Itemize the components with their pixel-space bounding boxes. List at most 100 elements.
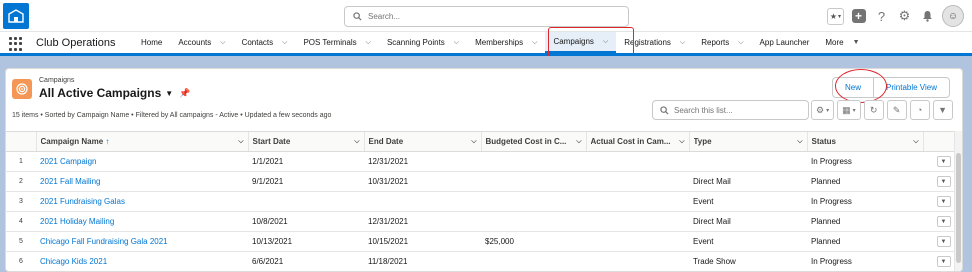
table-header-row: Campaign Name ↑ ⌵ Start Date ⌵ End Date ⌵ B… — [6, 131, 962, 152]
row-action-menu-button[interactable]: ▼ — [936, 216, 951, 228]
chevron-down-icon[interactable]: ⌵ — [738, 39, 743, 47]
header-utility-icons: ★ ▾ + ? ⚙ ☺ — [826, 5, 964, 27]
list-settings-button[interactable]: ⚙ ▾ — [811, 100, 835, 120]
column-header-budgeted-cost[interactable]: Budgeted Cost in C... ⌵ — [480, 131, 586, 152]
type-cell — [689, 151, 807, 172]
nav-tab-accounts[interactable]: Accounts ⌵ — [170, 32, 233, 53]
chevron-down-icon[interactable]: ⌵ — [354, 138, 359, 146]
favorites-button[interactable]: ★ ▾ — [826, 7, 844, 25]
campaign-name-link[interactable]: 2021 Holiday Mailing — [36, 211, 248, 232]
list-view-selector[interactable]: All Active Campaigns ▼ — [39, 86, 173, 100]
column-header-campaign-name[interactable]: Campaign Name ↑ ⌵ — [35, 131, 248, 152]
chevron-down-icon[interactable]: ⌵ — [576, 138, 581, 146]
table-row: 2 2021 Fall Mailing 9/1/2021 10/31/2021 Dire… — [6, 171, 962, 192]
global-actions-button[interactable]: + — [850, 8, 867, 25]
caret-down-icon[interactable]: ▼ — [853, 39, 860, 46]
edit-button[interactable]: ✎ — [886, 100, 907, 120]
column-label: Budgeted Cost in C... — [485, 137, 567, 146]
help-icon[interactable]: ? — [873, 8, 890, 25]
nav-tab-home[interactable]: Home — [133, 32, 170, 53]
star-icon: ★ — [829, 11, 837, 21]
nav-tab-label: More — [825, 38, 844, 47]
table-row: 5 Chicago Fall Fundraising Gala 2021 10/13… — [6, 231, 962, 252]
column-header-start-date[interactable]: Start Date ⌵ — [247, 131, 364, 152]
nav-tab-scanning-points[interactable]: Scanning Points ⌵ — [379, 32, 467, 53]
campaign-name-link[interactable]: 2021 Campaign — [36, 151, 248, 172]
row-action-menu-button[interactable]: ▼ — [936, 236, 951, 248]
chevron-down-icon[interactable]: ⌵ — [471, 138, 476, 146]
type-cell: Trade Show — [689, 251, 807, 271]
column-header-type[interactable]: Type ⌵ — [688, 131, 807, 152]
nav-tab-registrations[interactable]: Registrations ⌵ — [616, 32, 693, 53]
table-body: 1 2021 Campaign 1/1/2021 12/31/2021 In Progr… — [6, 151, 962, 271]
campaign-name-link[interactable]: Chicago Kids 2021 — [36, 251, 248, 271]
list-view-card: Campaigns All Active Campaigns ▼ 📌 15 it… — [5, 68, 963, 272]
filter-button[interactable]: ▼ — [932, 100, 953, 120]
avatar[interactable]: ☺ — [942, 5, 964, 27]
search-icon — [660, 105, 669, 115]
chevron-down-icon[interactable]: ⌵ — [797, 138, 802, 146]
app-launcher-icon[interactable] — [9, 37, 23, 51]
start-date-cell — [248, 191, 364, 212]
list-toolbar: ⚙ ▾ ▦ ▾ ↻ ✎ ◔ ▼ — [811, 100, 953, 120]
display-as-button[interactable]: ▦ ▾ — [837, 100, 861, 120]
budgeted-cost-cell — [481, 191, 586, 212]
gear-icon[interactable]: ⚙ — [896, 8, 913, 25]
campaign-name-link[interactable]: 2021 Fall Mailing — [36, 171, 248, 192]
start-date-cell: 10/13/2021 — [248, 231, 364, 252]
column-label: Type — [693, 137, 712, 146]
org-logo[interactable] — [3, 3, 29, 29]
printable-view-button[interactable]: Printable View — [874, 77, 950, 98]
nav-tab-label: Contacts — [241, 38, 274, 47]
nav-tab-more[interactable]: More ▼ — [817, 32, 867, 53]
table-row: 4 2021 Holiday Mailing 10/8/2021 12/31/2021… — [6, 211, 962, 232]
chevron-down-icon[interactable]: ⌵ — [913, 138, 918, 146]
chevron-down-icon[interactable]: ⌵ — [679, 138, 684, 146]
nav-tab-campaigns[interactable]: Campaigns ⌵ — [545, 32, 617, 53]
nav-tab-memberships[interactable]: Memberships ⌵ — [467, 32, 545, 53]
column-label: End Date — [368, 137, 404, 146]
global-search-input[interactable]: Search... — [344, 6, 629, 27]
row-action-menu-button[interactable]: ▼ — [936, 196, 951, 208]
filter-icon: ▼ — [938, 105, 948, 115]
column-header-end-date[interactable]: End Date ⌵ — [363, 131, 481, 152]
bell-icon[interactable] — [919, 8, 936, 25]
column-header-actual-cost[interactable]: Actual Cost in Cam... ⌵ — [585, 131, 689, 152]
campaign-name-link[interactable]: 2021 Fundraising Galas — [36, 191, 248, 212]
actual-cost-cell — [586, 211, 689, 232]
campaign-name-link[interactable]: Chicago Fall Fundraising Gala 2021 — [36, 231, 248, 252]
row-action-menu-button[interactable]: ▼ — [936, 176, 951, 188]
row-action-menu-button[interactable]: ▼ — [936, 256, 951, 268]
refresh-button[interactable]: ↻ — [863, 100, 884, 120]
chevron-down-icon[interactable]: ⌵ — [238, 138, 243, 146]
table-scrollbar[interactable] — [954, 131, 962, 271]
chevron-down-icon[interactable]: ⌵ — [220, 39, 225, 47]
nav-tab-label: Registrations — [624, 38, 671, 47]
column-header-status[interactable]: Status ⌵ — [806, 131, 923, 152]
budgeted-cost-cell — [481, 171, 586, 192]
building-icon — [8, 9, 24, 23]
end-date-cell — [364, 191, 481, 212]
chevron-down-icon[interactable]: ⌵ — [282, 39, 287, 47]
start-date-cell: 1/1/2021 — [248, 151, 364, 172]
scrollbar-thumb[interactable] — [956, 153, 961, 263]
start-date-cell: 6/6/2021 — [248, 251, 364, 271]
nav-tab-contacts[interactable]: Contacts ⌵ — [234, 32, 296, 53]
chevron-down-icon[interactable]: ⌵ — [680, 39, 685, 47]
chevron-down-icon[interactable]: ⌵ — [532, 39, 537, 47]
new-button[interactable]: New — [831, 77, 874, 98]
nav-tab-app-launcher[interactable]: App Launcher — [752, 32, 818, 53]
list-search-input[interactable]: Search this list... — [652, 100, 809, 120]
chevron-down-icon[interactable]: ⌵ — [454, 39, 459, 47]
nav-tabs: Home Accounts ⌵ Contacts ⌵ POS Terminals ⌵ Scan… — [133, 32, 868, 53]
list-view-title: All Active Campaigns — [39, 86, 162, 100]
nav-tab-reports[interactable]: Reports ⌵ — [693, 32, 751, 53]
refresh-icon: ↻ — [869, 104, 878, 115]
chevron-down-icon[interactable]: ⌵ — [366, 39, 371, 47]
pin-icon[interactable]: 📌 — [179, 88, 190, 99]
nav-tab-label: App Launcher — [759, 38, 810, 47]
charts-button[interactable]: ◔ — [909, 100, 930, 120]
nav-tab-pos-terminals[interactable]: POS Terminals ⌵ — [295, 32, 379, 53]
row-action-menu-button[interactable]: ▼ — [936, 156, 951, 168]
chevron-down-icon[interactable]: ⌵ — [603, 38, 608, 46]
